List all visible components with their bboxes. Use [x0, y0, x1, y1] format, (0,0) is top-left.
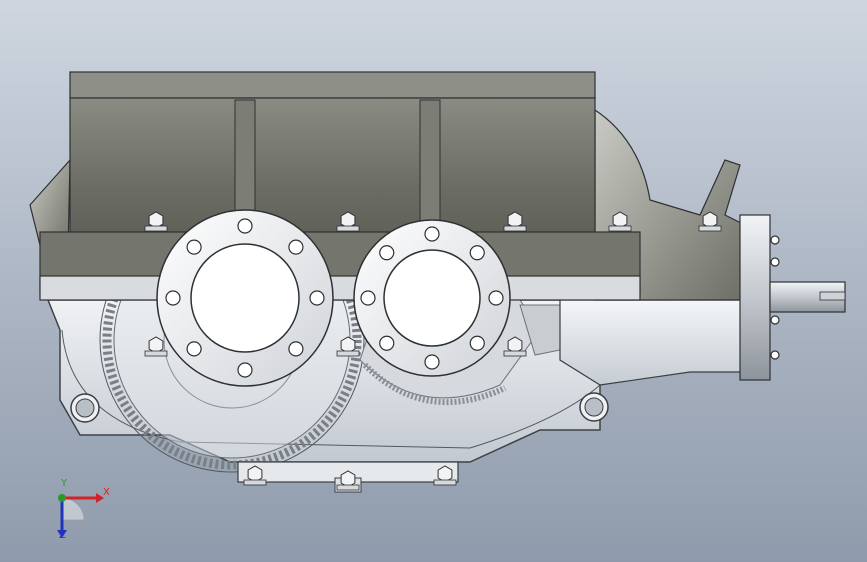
right-flange-cover: [353, 219, 511, 377]
gearbox-model[interactable]: [0, 0, 867, 562]
bolt-hole: [488, 290, 504, 306]
coordinate-triad: X Y Z: [40, 478, 120, 548]
bolt-hole: [237, 362, 253, 378]
cad-viewport[interactable]: X Y Z: [0, 0, 867, 562]
bolt-hole: [237, 218, 253, 234]
left-flange-cover: [156, 209, 334, 387]
foot-right: [579, 392, 609, 422]
axis-y-label: Y: [61, 478, 68, 489]
shaft-bolt: [770, 235, 780, 245]
foot-left: [70, 393, 100, 423]
shaft-bolt: [770, 315, 780, 325]
bolt-hole: [288, 341, 304, 357]
shaft-bolt: [770, 350, 780, 360]
bolt-hole: [309, 290, 325, 306]
axis-z-label: Z: [59, 530, 66, 541]
bolt-hole: [469, 335, 485, 351]
bolt-hole: [424, 354, 440, 370]
right-bearing-housing: [559, 299, 746, 386]
bolt-hole: [469, 245, 485, 261]
bolt-hole: [360, 290, 376, 306]
bolt-hole: [186, 341, 202, 357]
output-shaft: [739, 214, 846, 381]
bolt-hole: [379, 245, 395, 261]
bolt-hole: [186, 239, 202, 255]
axis-x-label: X: [103, 487, 110, 498]
upper-housing: [39, 71, 641, 301]
bolt-hole: [379, 335, 395, 351]
shaft-bolt: [770, 257, 780, 267]
bolt-hole: [165, 290, 181, 306]
bolt-hole: [424, 226, 440, 242]
bolt-hole: [288, 239, 304, 255]
